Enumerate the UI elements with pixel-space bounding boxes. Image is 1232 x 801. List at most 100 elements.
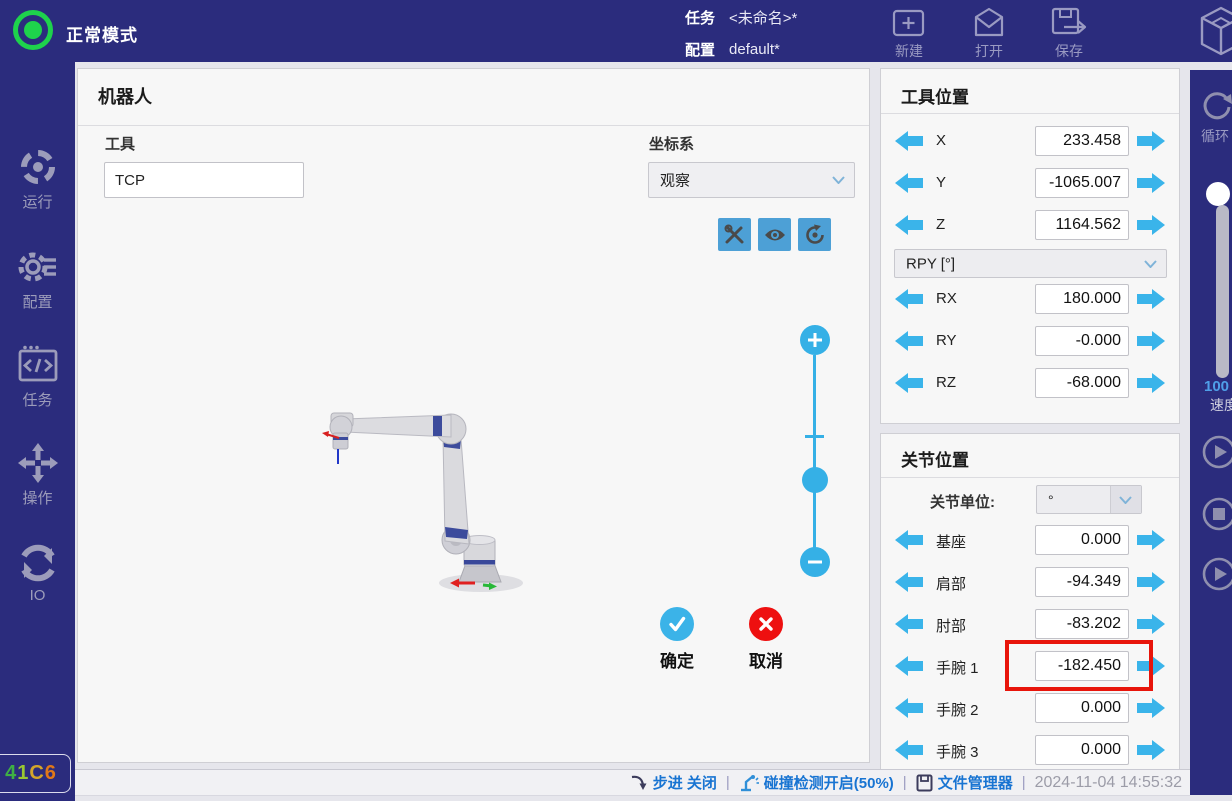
jog-plus-arrow-icon[interactable] [1136,655,1166,677]
jog-plus-arrow-icon[interactable] [1136,172,1166,194]
step-play-button[interactable] [1202,557,1232,591]
jog-plus-arrow-icon[interactable] [1136,529,1166,551]
plus-icon [807,332,823,348]
joint-position-panel: 关节位置 关节单位: ° 基座 肩部 肘部 [880,433,1180,770]
sidebar-item-io[interactable]: IO [0,542,75,604]
confirm-button[interactable] [660,607,694,641]
robot-3d-view[interactable] [301,359,561,599]
jog-plus-arrow-icon[interactable] [1136,372,1166,394]
config-row: 配置 default* [685,40,780,58]
loop-icon[interactable] [1198,86,1232,122]
open-file-icon [972,7,1006,39]
jog-minus-arrow-icon[interactable] [894,288,924,310]
axis-value-input[interactable] [1035,284,1129,314]
run-icon [17,146,59,188]
sidebar-label-io: IO [0,587,75,604]
code-char: 6 [45,762,57,785]
step-mode-text: 步进 关闭 [653,772,717,793]
jog-plus-arrow-icon[interactable] [1136,571,1166,593]
joint-value-input[interactable] [1035,651,1129,681]
jog-plus-arrow-icon[interactable] [1136,697,1166,719]
joint-value-input[interactable] [1035,609,1129,639]
axis-value-input[interactable] [1035,126,1129,156]
separator: | [726,774,730,791]
joint-label: 手腕 1 [936,657,979,678]
view-rotate-button[interactable] [798,218,831,251]
open-task-button[interactable]: 打开 [960,7,1018,61]
tool-row-rx: RX [881,284,1179,314]
axis-value-input[interactable] [1035,168,1129,198]
collision-status[interactable]: 碰撞检测开启(50%) [739,772,894,793]
sidebar-label-run: 运行 [0,191,75,212]
new-task-button[interactable]: 新建 [880,7,938,61]
save-icon [1051,7,1087,39]
sidebar-item-operate[interactable]: 操作 [0,442,75,508]
jog-minus-arrow-icon[interactable] [894,697,924,719]
move-arrows-icon [17,442,59,484]
joint-value-input[interactable] [1035,525,1129,555]
view-tools-button[interactable] [718,218,751,251]
jog-plus-arrow-icon[interactable] [1136,330,1166,352]
code-window-icon [17,344,59,386]
jog-minus-arrow-icon[interactable] [894,214,924,236]
cancel-button[interactable] [749,607,783,641]
joint-label: 基座 [936,531,966,552]
play-button[interactable] [1202,435,1232,469]
sidebar-label-task: 任务 [0,389,75,410]
joint-row-wrist3: 手腕 3 [881,735,1179,765]
zoom-in-button[interactable] [800,325,830,355]
left-sidebar: 运行 配置 任务 [0,62,75,801]
jog-minus-arrow-icon[interactable] [894,739,924,761]
jog-plus-arrow-icon[interactable] [1136,130,1166,152]
speed-slider-handle[interactable] [1206,182,1230,206]
jog-minus-arrow-icon[interactable] [894,130,924,152]
joint-label: 肘部 [936,615,966,636]
jog-plus-arrow-icon[interactable] [1136,214,1166,236]
collision-text: 碰撞检测开启(50%) [764,772,894,793]
step-mode-status[interactable]: 步进 关闭 [631,772,717,793]
zoom-slider-handle[interactable] [802,467,828,493]
file-manager-item[interactable]: 文件管理器 [916,772,1013,793]
code-char: 1 [17,762,29,785]
joint-value-input[interactable] [1035,693,1129,723]
chevron-down-icon [832,176,845,184]
jog-minus-arrow-icon[interactable] [894,571,924,593]
sidebar-label-config: 配置 [0,291,75,312]
axis-value-input[interactable] [1035,368,1129,398]
task-value: <未命名>* [729,7,797,28]
tool-input[interactable] [104,162,304,198]
save-task-button[interactable]: 保存 [1040,7,1098,61]
rotation-unit-dropdown[interactable]: RPY [°] [894,249,1167,278]
zoom-out-button[interactable] [800,547,830,577]
jog-plus-arrow-icon[interactable] [1136,288,1166,310]
frame-dropdown[interactable]: 观察 [648,162,855,198]
jog-minus-arrow-icon[interactable] [894,655,924,677]
axis-value-input[interactable] [1035,210,1129,240]
joint-value-input[interactable] [1035,735,1129,765]
jog-plus-arrow-icon[interactable] [1136,739,1166,761]
sidebar-item-run[interactable]: 运行 [0,146,75,212]
joint-value-input[interactable] [1035,567,1129,597]
jog-minus-arrow-icon[interactable] [894,172,924,194]
sidebar-item-task[interactable]: 任务 [0,344,75,410]
view-visibility-button[interactable] [758,218,791,251]
zoom-slider-track[interactable] [813,355,816,549]
speed-slider-track[interactable] [1216,205,1229,378]
axis-value-input[interactable] [1035,326,1129,356]
joint-unit-value: ° [1048,492,1054,508]
speed-label: 速度 [1210,395,1232,415]
stop-button[interactable] [1202,497,1232,531]
jog-plus-arrow-icon[interactable] [1136,613,1166,635]
jog-minus-arrow-icon[interactable] [894,372,924,394]
joint-unit-dropdown[interactable]: ° [1036,485,1142,514]
jog-minus-arrow-icon[interactable] [894,529,924,551]
jog-minus-arrow-icon[interactable] [894,330,924,352]
jog-minus-arrow-icon[interactable] [894,613,924,635]
open-task-label: 打开 [960,41,1018,61]
sidebar-item-config[interactable]: 配置 [0,246,75,312]
io-swap-icon [17,542,59,584]
separator: | [1022,774,1026,791]
scene-cube-icon[interactable] [1198,5,1232,57]
top-bar: 正常模式 任务 <未命名>* 配置 default* 新建 打开 [0,0,1232,62]
rotate-icon [804,224,826,246]
